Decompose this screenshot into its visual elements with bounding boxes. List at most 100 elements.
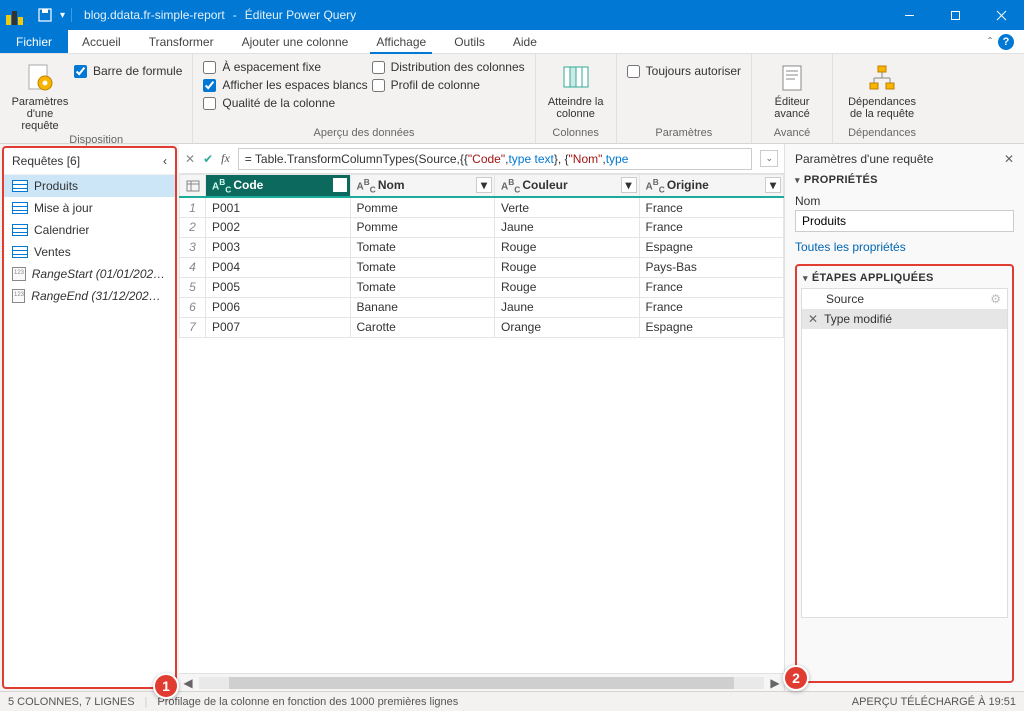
- fx-icon[interactable]: fx: [221, 151, 230, 166]
- gear-icon[interactable]: ⚙: [990, 292, 1001, 306]
- goto-column-button[interactable]: Atteindre la colonne: [546, 58, 606, 125]
- row-number[interactable]: 5: [180, 277, 206, 297]
- table-row[interactable]: 2P002PommeJauneFrance: [180, 217, 784, 237]
- query-item-1[interactable]: Mise à jour: [4, 197, 175, 219]
- column-header-nom[interactable]: ABC Nom▾: [350, 175, 495, 198]
- close-button[interactable]: [978, 0, 1024, 30]
- tab-view[interactable]: Affichage: [362, 30, 440, 53]
- cell[interactable]: Carotte: [350, 317, 495, 337]
- cell[interactable]: France: [639, 277, 784, 297]
- cell[interactable]: Tomate: [350, 257, 495, 277]
- cell[interactable]: France: [639, 297, 784, 317]
- filter-dropdown-icon[interactable]: ▾: [476, 177, 492, 193]
- cell[interactable]: Jaune: [495, 297, 640, 317]
- save-icon[interactable]: [38, 8, 52, 22]
- maximize-button[interactable]: [932, 0, 978, 30]
- column-header-origine[interactable]: ABC Origine▾: [639, 175, 784, 198]
- query-item-5[interactable]: RangeEnd (31/12/2022 0...: [4, 285, 175, 307]
- query-name-input[interactable]: [795, 210, 1014, 232]
- monospaced-checkbox[interactable]: À espacement fixe: [203, 58, 367, 76]
- cell[interactable]: P001: [206, 197, 351, 217]
- query-dependencies-button[interactable]: Dépendances de la requête: [843, 58, 921, 125]
- row-number[interactable]: 6: [180, 297, 206, 317]
- delete-step-icon[interactable]: ✕: [808, 312, 818, 326]
- show-whitespace-checkbox[interactable]: Afficher les espaces blancs: [203, 76, 367, 94]
- table-row[interactable]: 6P006BananeJauneFrance: [180, 297, 784, 317]
- status-profiling[interactable]: Profilage de la colonne en fonction des …: [157, 696, 458, 708]
- column-header-code[interactable]: ABC Code▾: [206, 175, 351, 198]
- query-settings-button[interactable]: Paramètres d'une requête: [10, 58, 70, 132]
- cell[interactable]: Rouge: [495, 237, 640, 257]
- scroll-right-icon[interactable]: ▶: [766, 676, 784, 690]
- all-properties-link[interactable]: Toutes les propriétés: [795, 240, 1014, 254]
- column-header-couleur[interactable]: ABC Couleur▾: [495, 175, 640, 198]
- filter-dropdown-icon[interactable]: ▾: [332, 177, 348, 193]
- cell[interactable]: P002: [206, 217, 351, 237]
- commit-formula-icon[interactable]: ✔: [203, 152, 213, 166]
- table-row[interactable]: 4P004TomateRougePays-Bas: [180, 257, 784, 277]
- cell[interactable]: Rouge: [495, 257, 640, 277]
- cell[interactable]: Pomme: [350, 217, 495, 237]
- column-distribution-checkbox[interactable]: Distribution des colonnes: [372, 58, 525, 76]
- query-item-0[interactable]: Produits: [4, 175, 175, 197]
- cell[interactable]: Pomme: [350, 197, 495, 217]
- advanced-editor-button[interactable]: Éditeur avancé: [762, 58, 822, 125]
- minimize-button[interactable]: [886, 0, 932, 30]
- query-item-2[interactable]: Calendrier: [4, 219, 175, 241]
- query-item-3[interactable]: Ventes: [4, 241, 175, 263]
- close-settings-icon[interactable]: ✕: [1004, 152, 1014, 166]
- table-row[interactable]: 7P007CarotteOrangeEspagne: [180, 317, 784, 337]
- column-quality-checkbox[interactable]: Qualité de la colonne: [203, 94, 367, 112]
- cell[interactable]: Rouge: [495, 277, 640, 297]
- cell[interactable]: P007: [206, 317, 351, 337]
- cell[interactable]: Espagne: [639, 317, 784, 337]
- row-number[interactable]: 1: [180, 197, 206, 217]
- formula-bar-checkbox[interactable]: Barre de formule: [74, 62, 182, 80]
- cell[interactable]: Verte: [495, 197, 640, 217]
- table-row[interactable]: 3P003TomateRougeEspagne: [180, 237, 784, 257]
- data-grid[interactable]: ABC Code▾ABC Nom▾ABC Couleur▾ABC Origine…: [179, 174, 784, 673]
- grid-corner[interactable]: [180, 175, 206, 198]
- steps-section[interactable]: ÉTAPES APPLIQUÉES: [803, 272, 1006, 284]
- cell[interactable]: France: [639, 217, 784, 237]
- cell[interactable]: P003: [206, 237, 351, 257]
- cancel-formula-icon[interactable]: ✕: [185, 152, 195, 166]
- row-number[interactable]: 7: [180, 317, 206, 337]
- horizontal-scrollbar[interactable]: ◀ ▶: [179, 673, 784, 691]
- cell[interactable]: P004: [206, 257, 351, 277]
- formula-input[interactable]: = Table.TransformColumnTypes(Source,{{"C…: [238, 148, 753, 170]
- qat-dropdown-icon[interactable]: ▾: [60, 10, 65, 21]
- tab-file[interactable]: Fichier: [0, 30, 68, 53]
- tab-add-column[interactable]: Ajouter une colonne: [228, 30, 363, 53]
- table-row[interactable]: 5P005TomateRougeFrance: [180, 277, 784, 297]
- tab-transform[interactable]: Transformer: [135, 30, 228, 53]
- filter-dropdown-icon[interactable]: ▾: [621, 177, 637, 193]
- collapse-ribbon-icon[interactable]: ˆ: [988, 35, 992, 49]
- cell[interactable]: P006: [206, 297, 351, 317]
- filter-dropdown-icon[interactable]: ▾: [765, 177, 781, 193]
- chevron-left-icon[interactable]: ‹: [163, 154, 167, 168]
- queries-header[interactable]: Requêtes [6] ‹: [4, 148, 175, 175]
- tab-home[interactable]: Accueil: [68, 30, 135, 53]
- cell[interactable]: Tomate: [350, 277, 495, 297]
- column-profile-checkbox[interactable]: Profil de colonne: [372, 76, 525, 94]
- cell[interactable]: Jaune: [495, 217, 640, 237]
- cell[interactable]: Banane: [350, 297, 495, 317]
- step-type-modified[interactable]: ✕ Type modifié: [802, 309, 1007, 329]
- help-icon[interactable]: ?: [998, 34, 1014, 50]
- always-allow-checkbox[interactable]: Toujours autoriser: [627, 62, 741, 80]
- cell[interactable]: Espagne: [639, 237, 784, 257]
- tab-help[interactable]: Aide: [499, 30, 551, 53]
- cell[interactable]: Tomate: [350, 237, 495, 257]
- cell[interactable]: P005: [206, 277, 351, 297]
- row-number[interactable]: 3: [180, 237, 206, 257]
- properties-section[interactable]: PROPRIÉTÉS: [795, 174, 1014, 186]
- table-row[interactable]: 1P001PommeVerteFrance: [180, 197, 784, 217]
- cell[interactable]: France: [639, 197, 784, 217]
- scroll-left-icon[interactable]: ◀: [179, 676, 197, 690]
- tab-tools[interactable]: Outils: [440, 30, 499, 53]
- row-number[interactable]: 4: [180, 257, 206, 277]
- cell[interactable]: Pays-Bas: [639, 257, 784, 277]
- query-item-4[interactable]: RangeStart (01/01/2021...: [4, 263, 175, 285]
- cell[interactable]: Orange: [495, 317, 640, 337]
